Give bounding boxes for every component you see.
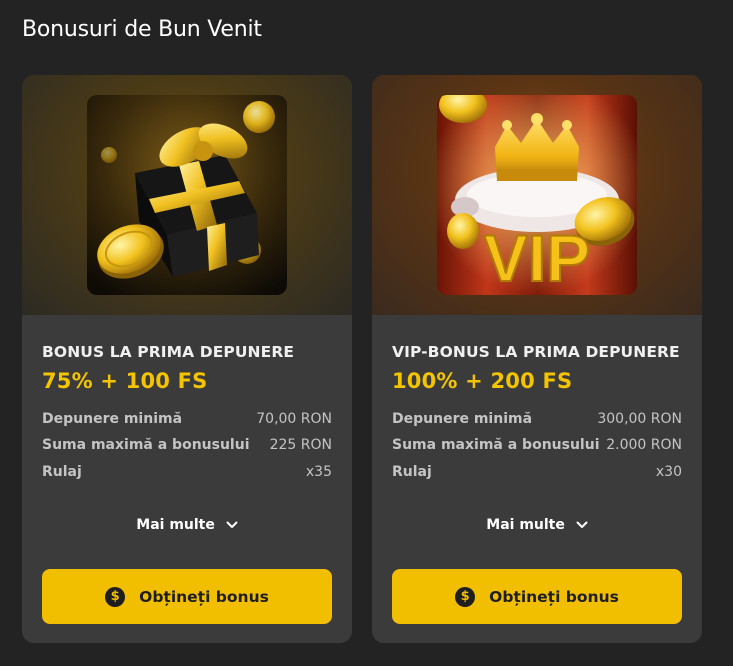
get-bonus-label: Obțineți bonus — [139, 587, 269, 606]
detail-value: 2.000 RON — [606, 437, 682, 453]
card-offer: 75% + 100 FS — [42, 369, 208, 393]
bonus-card-first-deposit: BONUS LA PRIMA DEPUNERE 75% + 100 FS Dep… — [22, 75, 352, 643]
detail-row-wagering: Rulaj x30 — [392, 464, 682, 484]
more-details-toggle[interactable]: Mai multe — [22, 517, 352, 533]
dollar-coin-icon: $ — [455, 586, 476, 607]
detail-label: Rulaj — [392, 464, 432, 480]
page-title: Bonusuri de Bun Venit — [22, 17, 262, 42]
detail-row-max-bonus: Suma maximă a bonusului 2.000 RON — [392, 437, 682, 457]
detail-label: Rulaj — [42, 464, 82, 480]
more-details-label: Mai multe — [486, 517, 565, 533]
more-details-label: Mai multe — [136, 517, 215, 533]
detail-label: Depunere minimă — [42, 411, 183, 427]
detail-label: Suma maximă a bonusului — [392, 437, 600, 453]
detail-row-min-deposit: Depunere minimă 300,00 RON — [392, 411, 682, 431]
detail-label: Suma maximă a bonusului — [42, 437, 250, 453]
chevron-down-icon — [226, 517, 238, 533]
get-bonus-button[interactable]: $ Obțineți bonus — [42, 569, 332, 624]
vip-crown-illustration: VIP — [437, 95, 637, 295]
detail-row-max-bonus: Suma maximă a bonusului 225 RON — [42, 437, 332, 457]
detail-row-min-deposit: Depunere minimă 70,00 RON — [42, 411, 332, 431]
detail-value: x35 — [305, 464, 332, 480]
get-bonus-label: Obțineți bonus — [489, 587, 619, 606]
detail-row-wagering: Rulaj x35 — [42, 464, 332, 484]
gift-box-icon — [87, 95, 287, 295]
detail-value: 300,00 RON — [597, 411, 682, 427]
detail-value: x30 — [655, 464, 682, 480]
card-title: VIP-BONUS LA PRIMA DEPUNERE — [392, 343, 680, 361]
card-title: BONUS LA PRIMA DEPUNERE — [42, 343, 295, 361]
gift-box-illustration — [87, 95, 287, 295]
chevron-down-icon — [576, 517, 588, 533]
vip-art-text: VIP — [484, 221, 590, 295]
card-hero: VIP — [372, 75, 702, 315]
dollar-coin-icon: $ — [105, 586, 126, 607]
card-offer: 100% + 200 FS — [392, 369, 573, 393]
card-hero — [22, 75, 352, 315]
detail-label: Depunere minimă — [392, 411, 533, 427]
more-details-toggle[interactable]: Mai multe — [372, 517, 702, 533]
crown-icon: VIP — [437, 95, 637, 295]
detail-value: 70,00 RON — [256, 411, 332, 427]
bonus-card-vip-first-deposit: VIP VIP-BONUS LA PRIMA DEPUNERE 100% + 2… — [372, 75, 702, 643]
detail-value: 225 RON — [269, 437, 332, 453]
get-bonus-button[interactable]: $ Obțineți bonus — [392, 569, 682, 624]
